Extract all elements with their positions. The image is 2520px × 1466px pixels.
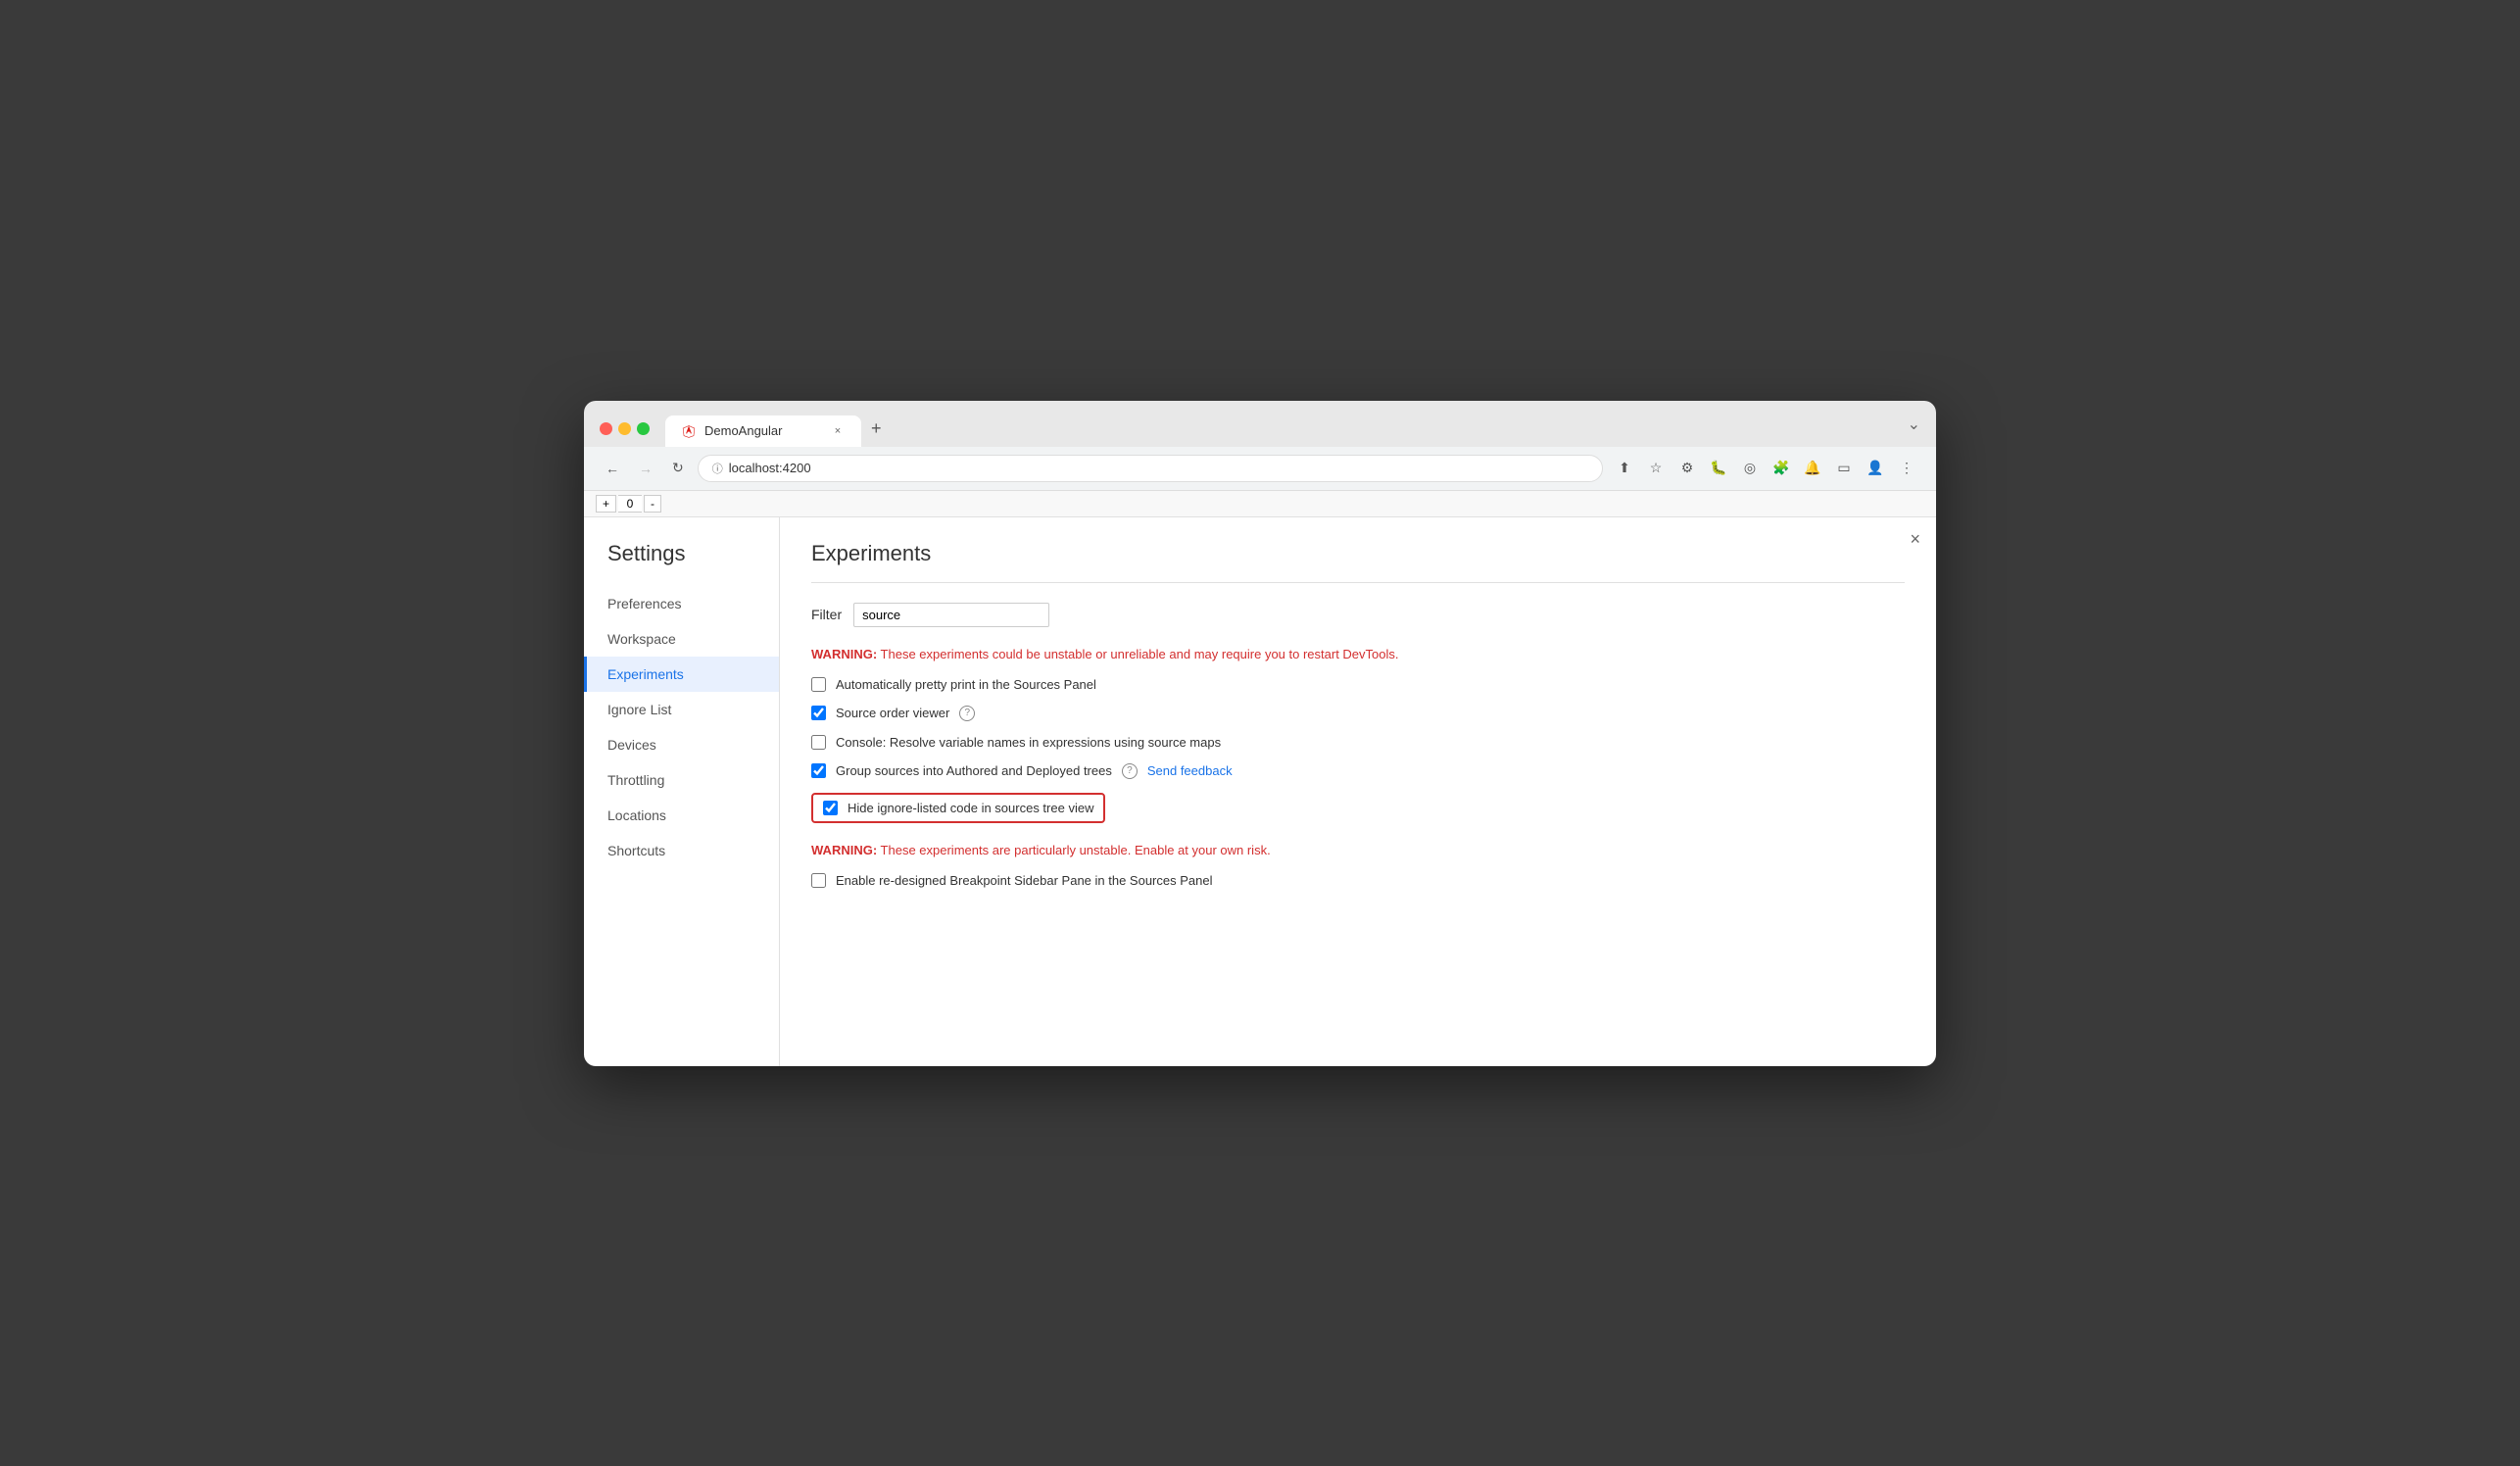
counter-value: 0 [618, 495, 642, 513]
sidebar-item-locations[interactable]: Locations [584, 798, 779, 833]
hide-ignore-listed-label: Hide ignore-listed code in sources tree … [848, 801, 1093, 815]
redesigned-breakpoint-label: Enable re-designed Breakpoint Sidebar Pa… [836, 873, 1212, 888]
url-text: localhost:4200 [729, 461, 811, 475]
experiment-resolve-variable-names: Console: Resolve variable names in expre… [811, 735, 1905, 750]
auto-pretty-print-label: Automatically pretty print in the Source… [836, 677, 1096, 692]
sidebar-item-shortcuts[interactable]: Shortcuts [584, 833, 779, 868]
angular-icon [681, 423, 697, 439]
extension4-button[interactable]: 🧩 [1768, 455, 1795, 482]
sidebar-item-experiments[interactable]: Experiments [584, 657, 779, 692]
sidebar-item-preferences[interactable]: Preferences [584, 586, 779, 621]
warning-2: WARNING: These experiments are particula… [811, 843, 1905, 857]
settings-close-button[interactable]: × [1910, 529, 1920, 550]
nav-bar: ← → ↻ ⓘ localhost:4200 ⬆ ☆ ⚙ 🐛 ◎ 🧩 🔔 ▭ 👤… [584, 447, 1936, 491]
extension1-button[interactable]: ⚙ [1673, 455, 1701, 482]
settings-sidebar: Settings Preferences Workspace Experimen… [584, 517, 780, 1066]
profile-button[interactable]: 👤 [1862, 455, 1889, 482]
send-feedback-link[interactable]: Send feedback [1147, 763, 1233, 778]
refresh-button[interactable]: ↻ [666, 456, 690, 480]
highlighted-item-container: Hide ignore-listed code in sources tree … [811, 793, 1105, 823]
settings-title: Settings [584, 541, 779, 586]
traffic-lights [600, 422, 650, 435]
filter-input[interactable] [853, 603, 1049, 627]
experiment-redesigned-breakpoint: Enable re-designed Breakpoint Sidebar Pa… [811, 873, 1905, 888]
tab-bar: DemoAngular × + [665, 411, 1900, 447]
browser-tab[interactable]: DemoAngular × [665, 415, 861, 447]
forward-button[interactable]: → [633, 457, 658, 480]
sidebar-item-devices[interactable]: Devices [584, 727, 779, 762]
back-button[interactable]: ← [600, 457, 625, 480]
section-title: Experiments [811, 541, 1905, 583]
sidebar-item-ignore-list[interactable]: Ignore List [584, 692, 779, 727]
hide-ignore-listed-checkbox[interactable] [823, 801, 838, 815]
sidebar-item-throttling[interactable]: Throttling [584, 762, 779, 798]
resolve-variable-names-checkbox[interactable] [811, 735, 826, 750]
close-traffic-light[interactable] [600, 422, 612, 435]
group-sources-help-icon[interactable]: ? [1122, 763, 1138, 779]
new-tab-button[interactable]: + [863, 411, 890, 447]
warning-1: WARNING: These experiments could be unst… [811, 647, 1905, 661]
auto-pretty-print-checkbox[interactable] [811, 677, 826, 692]
nav-actions: ⬆ ☆ ⚙ 🐛 ◎ 🧩 🔔 ▭ 👤 ⋮ [1611, 455, 1920, 482]
minimize-traffic-light[interactable] [618, 422, 631, 435]
tab-title: DemoAngular [704, 423, 783, 438]
counter-minus-button[interactable]: - [644, 495, 661, 513]
title-bar: DemoAngular × + ⌄ [584, 401, 1936, 447]
main-content: + 0 - × Settings Preferences Workspace E… [584, 491, 1936, 1066]
experiment-auto-pretty-print: Automatically pretty print in the Source… [811, 677, 1905, 692]
window-chevron[interactable]: ⌄ [1908, 415, 1920, 442]
address-bar[interactable]: ⓘ localhost:4200 [698, 455, 1603, 482]
settings-panel: × Settings Preferences Workspace Experim… [584, 517, 1936, 1066]
group-sources-label: Group sources into Authored and Deployed… [836, 763, 1112, 778]
devtools-counter: + 0 - [584, 491, 1936, 517]
share-button[interactable]: ⬆ [1611, 455, 1638, 482]
source-order-viewer-help-icon[interactable]: ? [959, 706, 975, 721]
extension2-button[interactable]: 🐛 [1705, 455, 1732, 482]
browser-window: DemoAngular × + ⌄ ← → ↻ ⓘ localhost:4200… [584, 401, 1936, 1066]
redesigned-breakpoint-checkbox[interactable] [811, 873, 826, 888]
info-icon: ⓘ [712, 461, 723, 476]
menu-button[interactable]: ⋮ [1893, 455, 1920, 482]
experiment-hide-ignore-listed: Hide ignore-listed code in sources tree … [811, 793, 1905, 823]
experiment-source-order-viewer: Source order viewer ? [811, 706, 1905, 721]
source-order-viewer-checkbox[interactable] [811, 706, 826, 720]
source-order-viewer-label: Source order viewer [836, 706, 949, 720]
extension3-button[interactable]: ◎ [1736, 455, 1764, 482]
bookmark-button[interactable]: ☆ [1642, 455, 1670, 482]
tab-close-button[interactable]: × [830, 423, 846, 439]
settings-content: Experiments Filter WARNING: These experi… [780, 517, 1936, 1066]
resolve-variable-names-label: Console: Resolve variable names in expre… [836, 735, 1221, 750]
experiment-group-sources: Group sources into Authored and Deployed… [811, 763, 1905, 779]
warning-2-label: WARNING: [811, 843, 877, 857]
filter-row: Filter [811, 603, 1905, 627]
extension5-button[interactable]: 🔔 [1799, 455, 1826, 482]
group-sources-checkbox[interactable] [811, 763, 826, 778]
filter-label: Filter [811, 607, 842, 622]
sidebar-item-workspace[interactable]: Workspace [584, 621, 779, 657]
sidebar-button[interactable]: ▭ [1830, 455, 1858, 482]
counter-add-button[interactable]: + [596, 495, 616, 513]
warning-1-label: WARNING: [811, 647, 877, 661]
warning-2-text: These experiments are particularly unsta… [877, 843, 1271, 857]
maximize-traffic-light[interactable] [637, 422, 650, 435]
warning-1-text: These experiments could be unstable or u… [877, 647, 1398, 661]
